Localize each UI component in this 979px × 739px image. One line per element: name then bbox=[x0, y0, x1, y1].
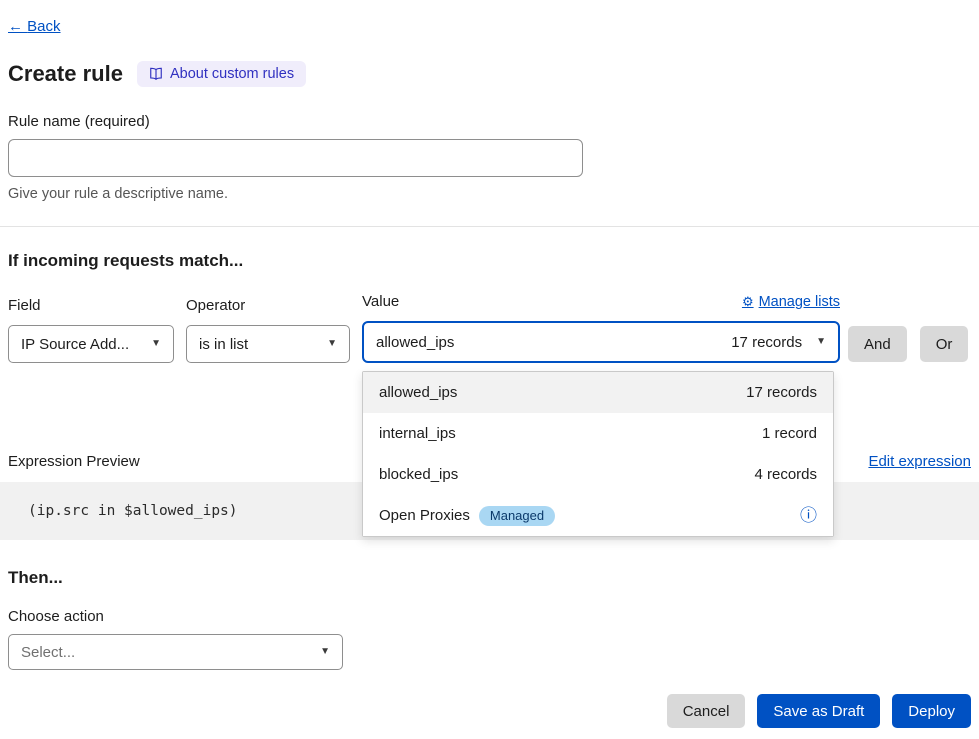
rule-name-label: Rule name (required) bbox=[8, 113, 971, 130]
chevron-down-icon: ▼ bbox=[320, 647, 330, 657]
action-placeholder: Select... bbox=[21, 644, 75, 661]
chevron-down-icon: ▼ bbox=[151, 339, 161, 349]
match-heading: If incoming requests match... bbox=[8, 251, 971, 271]
about-label: About custom rules bbox=[170, 66, 294, 82]
value-records-count: 17 records bbox=[731, 334, 802, 351]
rule-name-help: Give your rule a descriptive name. bbox=[8, 186, 971, 202]
option-name: allowed_ips bbox=[379, 384, 457, 401]
rule-name-group: Rule name (required) Give your rule a de… bbox=[8, 113, 971, 202]
option-meta: 4 records bbox=[754, 466, 817, 483]
operator-selected-text: is in list bbox=[199, 336, 248, 353]
option-name: blocked_ips bbox=[379, 466, 458, 483]
back-label: Back bbox=[27, 18, 60, 35]
info-icon[interactable]: ⓘ bbox=[800, 507, 817, 524]
field-select[interactable]: IP Source Add... ▼ bbox=[8, 325, 174, 363]
match-row: Field IP Source Add... ▼ Operator is in … bbox=[8, 291, 971, 363]
deploy-button[interactable]: Deploy bbox=[892, 694, 971, 728]
rule-name-input[interactable] bbox=[8, 139, 583, 177]
operator-select[interactable]: is in list ▼ bbox=[186, 325, 350, 363]
create-rule-page: ← Back Create rule About custom rules Ru… bbox=[0, 0, 979, 728]
option-name: internal_ips bbox=[379, 425, 456, 442]
operator-label: Operator bbox=[186, 297, 245, 314]
cancel-button[interactable]: Cancel bbox=[667, 694, 746, 728]
chevron-down-icon: ▼ bbox=[327, 339, 337, 349]
about-custom-rules-link[interactable]: About custom rules bbox=[137, 61, 306, 87]
field-column: Field IP Source Add... ▼ bbox=[8, 295, 174, 363]
section-divider bbox=[0, 226, 979, 227]
list-option-open-proxies[interactable]: Open Proxies Managed ⓘ bbox=[363, 495, 833, 536]
option-meta: 17 records bbox=[746, 384, 817, 401]
chevron-down-icon: ▼ bbox=[816, 337, 826, 347]
or-button[interactable]: Or bbox=[920, 326, 969, 362]
field-selected-text: IP Source Add... bbox=[21, 336, 129, 353]
back-row: ← Back bbox=[8, 18, 971, 35]
operator-column: Operator is in list ▼ bbox=[186, 295, 350, 363]
list-option-allowed-ips[interactable]: allowed_ips 17 records bbox=[363, 372, 833, 413]
title-row: Create rule About custom rules bbox=[8, 61, 971, 87]
value-column: Value ⚙ Manage lists allowed_ips 17 reco… bbox=[362, 291, 840, 363]
list-dropdown-menu: allowed_ips 17 records internal_ips 1 re… bbox=[362, 371, 834, 537]
footer-actions: Cancel Save as Draft Deploy bbox=[8, 694, 971, 728]
option-name: Open Proxies bbox=[379, 507, 470, 524]
expression-preview-label: Expression Preview bbox=[8, 453, 140, 470]
gear-icon: ⚙ bbox=[742, 294, 754, 310]
page-title: Create rule bbox=[8, 61, 123, 87]
list-option-internal-ips[interactable]: internal_ips 1 record bbox=[363, 413, 833, 454]
manage-lists-link[interactable]: ⚙ Manage lists bbox=[742, 294, 840, 310]
and-button[interactable]: And bbox=[848, 326, 907, 362]
manage-lists-label: Manage lists bbox=[759, 294, 840, 310]
choose-action-label: Choose action bbox=[8, 608, 971, 625]
managed-badge: Managed bbox=[479, 506, 555, 526]
and-or-buttons: And Or bbox=[848, 326, 968, 362]
back-arrow-icon: ← bbox=[8, 18, 23, 35]
list-option-blocked-ips[interactable]: blocked_ips 4 records bbox=[363, 454, 833, 495]
book-icon bbox=[149, 67, 163, 81]
value-selected-text: allowed_ips bbox=[376, 334, 454, 351]
field-label: Field bbox=[8, 297, 41, 314]
back-link[interactable]: ← Back bbox=[8, 18, 61, 35]
then-heading: Then... bbox=[8, 568, 971, 588]
save-as-draft-button[interactable]: Save as Draft bbox=[757, 694, 880, 728]
action-select[interactable]: Select... ▼ bbox=[8, 634, 343, 670]
option-meta: 1 record bbox=[762, 425, 817, 442]
value-select[interactable]: allowed_ips 17 records ▼ bbox=[362, 321, 840, 363]
edit-expression-link[interactable]: Edit expression bbox=[868, 453, 971, 470]
value-label: Value bbox=[362, 293, 399, 310]
